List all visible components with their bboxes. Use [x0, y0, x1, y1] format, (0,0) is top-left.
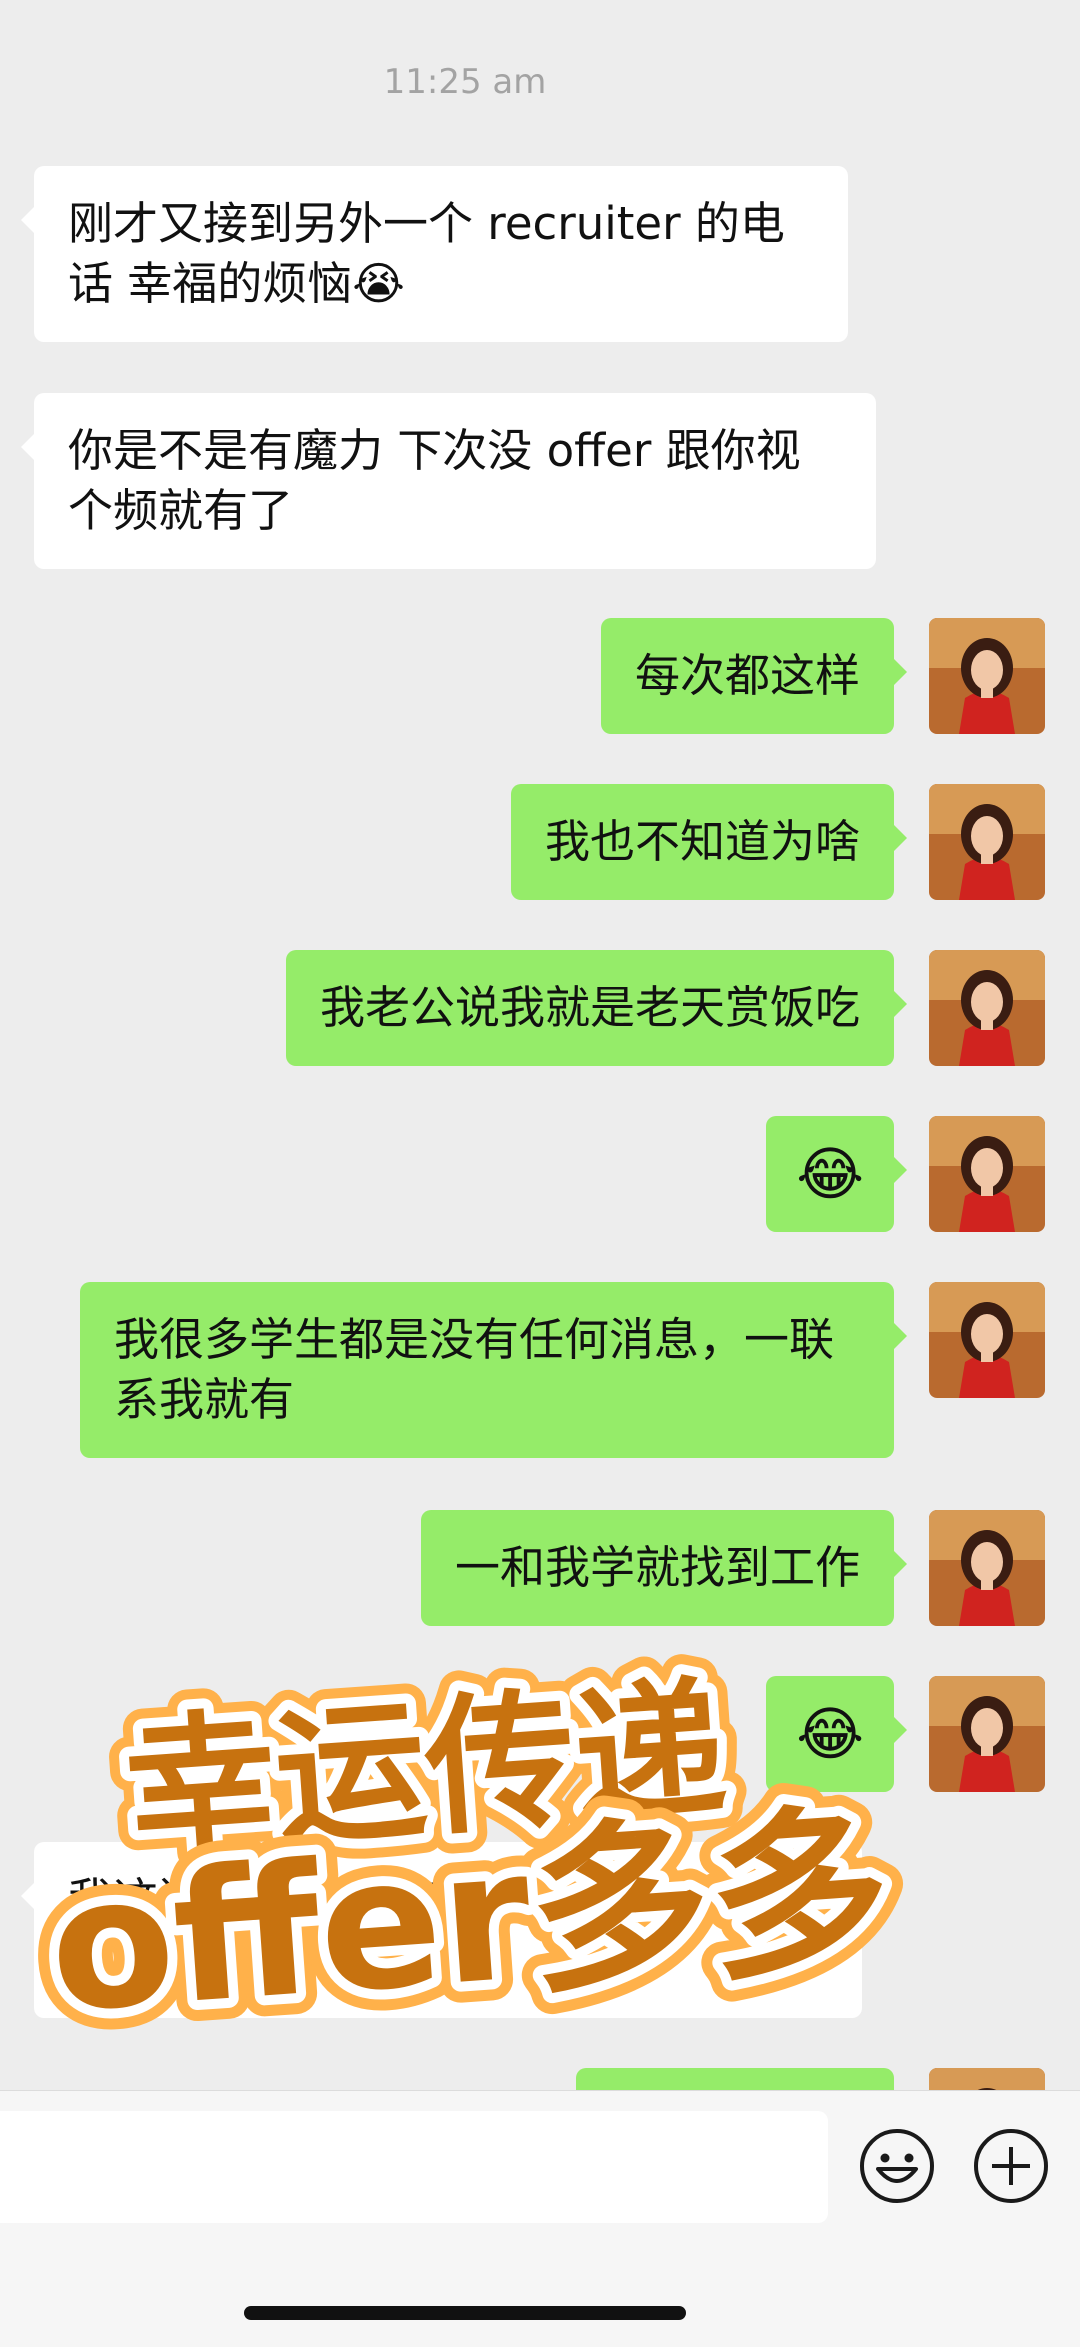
profile-photo [929, 618, 1045, 734]
chat-area[interactable]: 11:25 am 刚才又接到另外一个 recruiter 的电话 幸福的烦恼😭 … [0, 0, 1080, 2090]
emoji-button[interactable] [858, 2127, 936, 2205]
avatar[interactable] [929, 1282, 1045, 1398]
message-bubble-sent[interactable]: 每次都这样 [600, 618, 908, 734]
message-bubble-sent[interactable]: 我老公说我就是老天赏饭吃 [285, 950, 908, 1066]
profile-photo [929, 784, 1045, 900]
message-bubble-sent-partial[interactable] [576, 2068, 894, 2090]
message-bubble-sent[interactable]: 😂 [766, 1676, 907, 1792]
avatar[interactable] [929, 2068, 1045, 2090]
avatar[interactable] [929, 1510, 1045, 1626]
message-bubble-received[interactable]: 我这还没……上呢就来……给你……啊 [21, 1842, 862, 2018]
message-bubble-sent[interactable]: 😂 [766, 1116, 907, 1232]
profile-photo [929, 1282, 1045, 1398]
profile-photo [929, 1510, 1045, 1626]
profile-photo [929, 1676, 1045, 1792]
message-input[interactable] [0, 2111, 828, 2223]
home-indicator[interactable] [244, 2306, 686, 2320]
avatar[interactable] [929, 1676, 1045, 1792]
plus-circle-icon [974, 2129, 1048, 2203]
avatar[interactable] [929, 618, 1045, 734]
avatar[interactable] [929, 950, 1045, 1066]
profile-photo [929, 1116, 1045, 1232]
avatar[interactable] [929, 1116, 1045, 1232]
add-button[interactable] [972, 2127, 1050, 2205]
message-bubble-sent[interactable]: 我也不知道为啥 [510, 784, 908, 900]
message-timestamp: 11:25 am [383, 62, 547, 102]
smiley-icon [860, 2129, 934, 2203]
profile-photo [929, 2068, 1045, 2090]
avatar[interactable] [929, 784, 1045, 900]
message-bubble-sent[interactable]: 一和我学就找到工作 [420, 1510, 908, 1626]
profile-photo [929, 950, 1045, 1066]
message-bubble-received[interactable]: 你是不是有魔力 下次没 offer 跟你视个频就有了 [21, 393, 876, 569]
message-bubble-sent[interactable]: 我很多学生都是没有任何消息，一联系我就有 [80, 1282, 907, 1458]
message-bubble-received[interactable]: 刚才又接到另外一个 recruiter 的电话 幸福的烦恼😭 [21, 166, 848, 342]
